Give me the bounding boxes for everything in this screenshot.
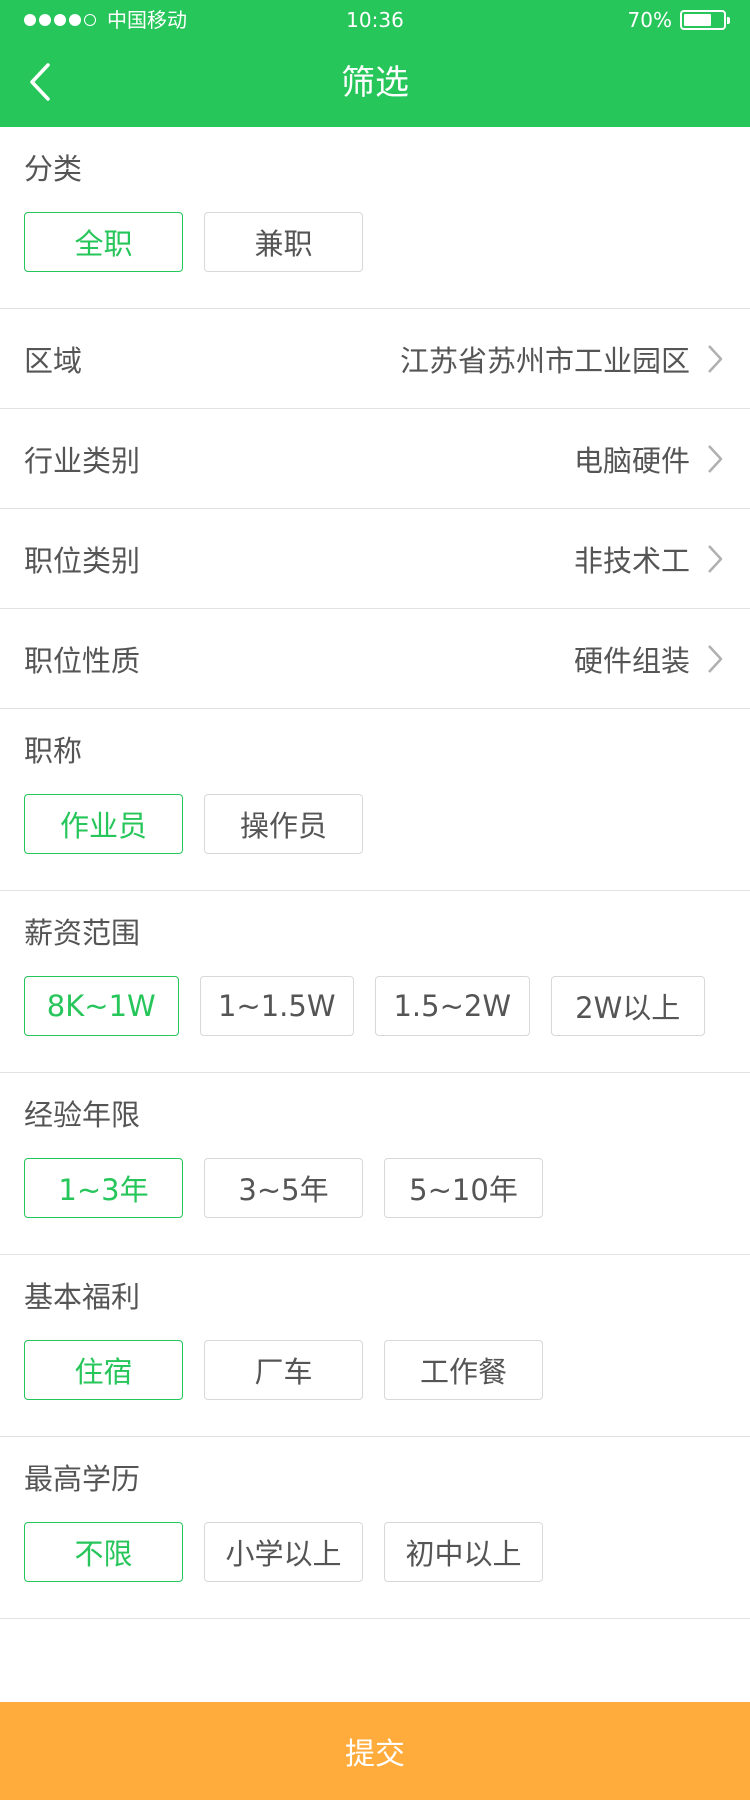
experience-option[interactable]: 5~10年 <box>384 1158 543 1218</box>
battery-percent: 70% <box>627 8 672 32</box>
salary-section: 薪资范围 8K~1W 1~1.5W 1.5~2W 2W以上 <box>0 891 750 1073</box>
benefits-option[interactable]: 工作餐 <box>384 1340 543 1400</box>
status-bar: 中国移动 10:36 70% <box>0 0 750 40</box>
experience-title: 经验年限 <box>24 1098 141 1132</box>
job-title-title: 职称 <box>24 734 83 768</box>
back-icon[interactable] <box>20 60 60 104</box>
industry-row[interactable]: 行业类别 电脑硬件 <box>0 409 750 509</box>
battery-fill <box>684 14 711 26</box>
job-title-options: 作业员 操作员 <box>24 794 726 854</box>
region-value: 江苏省苏州市工业园区 <box>399 343 690 378</box>
category-options: 全职 兼职 <box>24 212 726 272</box>
battery-cap <box>727 17 730 24</box>
header: 中国移动 10:36 70% 筛选 <box>0 0 750 127</box>
category-section: 分类 全职 兼职 <box>0 127 750 309</box>
job-title-option[interactable]: 作业员 <box>24 794 183 854</box>
salary-title: 薪资范围 <box>24 916 141 950</box>
position-nature-label: 职位性质 <box>24 643 141 678</box>
education-option[interactable]: 小学以上 <box>204 1522 363 1582</box>
job-title-section: 职称 作业员 操作员 <box>0 709 750 891</box>
experience-option[interactable]: 1~3年 <box>24 1158 183 1218</box>
salary-options: 8K~1W 1~1.5W 1.5~2W 2W以上 <box>24 976 726 1036</box>
chevron-right-icon <box>706 441 726 477</box>
experience-option[interactable]: 3~5年 <box>204 1158 363 1218</box>
benefits-option[interactable]: 住宿 <box>24 1340 183 1400</box>
chevron-right-icon <box>706 341 726 377</box>
education-option[interactable]: 初中以上 <box>384 1522 543 1582</box>
experience-section: 经验年限 1~3年 3~5年 5~10年 <box>0 1073 750 1255</box>
submit-button[interactable]: 提交 <box>0 1702 750 1800</box>
category-option[interactable]: 全职 <box>24 212 183 272</box>
chevron-left-icon <box>30 63 50 101</box>
category-title: 分类 <box>24 152 83 186</box>
region-row[interactable]: 区域 江苏省苏州市工业园区 <box>0 309 750 409</box>
experience-options: 1~3年 3~5年 5~10年 <box>24 1158 726 1218</box>
benefits-section: 基本福利 住宿 厂车 工作餐 <box>0 1255 750 1437</box>
salary-option[interactable]: 1.5~2W <box>375 976 530 1036</box>
nav-bar: 筛选 <box>0 40 750 127</box>
benefits-options: 住宿 厂车 工作餐 <box>24 1340 726 1400</box>
chevron-right-icon <box>706 541 726 577</box>
job-title-option[interactable]: 操作员 <box>204 794 363 854</box>
category-option[interactable]: 兼职 <box>204 212 363 272</box>
position-type-row[interactable]: 职位类别 非技术工 <box>0 509 750 609</box>
industry-label: 行业类别 <box>24 443 141 478</box>
salary-option[interactable]: 8K~1W <box>24 976 179 1036</box>
position-type-label: 职位类别 <box>24 543 141 578</box>
position-nature-value: 硬件组装 <box>573 643 690 678</box>
position-type-value: 非技术工 <box>573 543 690 578</box>
page-title: 筛选 <box>341 63 409 103</box>
education-section: 最高学历 不限 小学以上 初中以上 <box>0 1437 750 1619</box>
salary-option[interactable]: 2W以上 <box>550 976 705 1036</box>
education-options: 不限 小学以上 初中以上 <box>24 1522 726 1582</box>
education-title: 最高学历 <box>24 1462 141 1496</box>
industry-value: 电脑硬件 <box>573 443 690 478</box>
benefits-title: 基本福利 <box>24 1280 141 1314</box>
education-option[interactable]: 不限 <box>24 1522 183 1582</box>
filter-content: 分类 全职 兼职 区域 江苏省苏州市工业园区 行业类别 电脑硬件 职位类别 非技术… <box>0 127 750 1619</box>
region-label: 区域 <box>24 343 83 378</box>
status-right: 70% <box>627 0 730 40</box>
salary-option[interactable]: 1~1.5W <box>199 976 354 1036</box>
benefits-option[interactable]: 厂车 <box>204 1340 363 1400</box>
position-nature-row[interactable]: 职位性质 硬件组装 <box>0 609 750 709</box>
battery-icon <box>680 10 730 30</box>
chevron-right-icon <box>706 641 726 677</box>
